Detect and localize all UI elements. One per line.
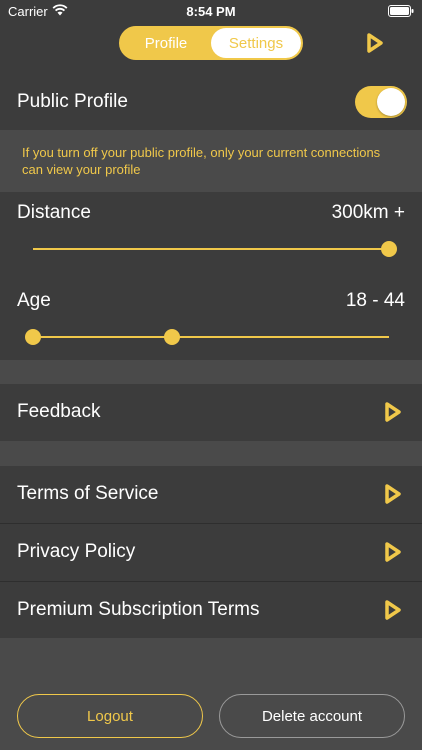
- section-gap: [0, 441, 422, 466]
- public-profile-toggle[interactable]: [355, 86, 407, 118]
- toggle-knob: [377, 88, 405, 116]
- age-max-thumb[interactable]: [163, 329, 180, 345]
- distance-label: Distance: [17, 202, 91, 223]
- age-min-thumb[interactable]: [25, 329, 41, 345]
- tab-profile[interactable]: Profile: [121, 28, 211, 58]
- play-chevron-icon: [385, 484, 401, 504]
- age-slider-track[interactable]: [33, 336, 389, 338]
- premium-terms-row[interactable]: Premium Subscription Terms: [0, 582, 422, 639]
- account-actions: Logout Delete account: [0, 638, 422, 750]
- battery-icon: [388, 5, 414, 17]
- distance-slider-thumb[interactable]: [381, 241, 397, 257]
- notice-text: If you turn off your public profile, onl…: [22, 145, 381, 177]
- play-chevron-icon: [385, 542, 401, 562]
- public-profile-row: Public Profile: [0, 76, 422, 130]
- profile-settings-segmented-control: Profile Settings: [119, 26, 303, 60]
- distance-slider-track[interactable]: [33, 248, 389, 250]
- privacy-policy-row[interactable]: Privacy Policy: [0, 524, 422, 581]
- section-gap: [0, 360, 422, 384]
- public-profile-label: Public Profile: [17, 91, 128, 112]
- terms-label: Terms of Service: [17, 483, 159, 504]
- settings-screen: Carrier 8:54 PM Profile Settings Public …: [0, 0, 422, 750]
- filters-section: Distance 300km + Age 18 - 44: [0, 192, 422, 360]
- status-bar: Carrier 8:54 PM: [0, 0, 422, 22]
- privacy-label: Privacy Policy: [17, 541, 136, 562]
- delete-account-button[interactable]: Delete account: [219, 694, 405, 738]
- feedback-row[interactable]: Feedback: [0, 384, 422, 441]
- feedback-label: Feedback: [17, 401, 101, 422]
- clock: 8:54 PM: [186, 4, 236, 19]
- public-profile-notice: If you turn off your public profile, onl…: [0, 130, 422, 192]
- distance-value: 300km +: [331, 202, 405, 223]
- play-chevron-icon: [385, 402, 401, 422]
- tab-settings[interactable]: Settings: [211, 28, 301, 58]
- play-chevron-icon: [385, 600, 401, 620]
- age-label: Age: [17, 290, 51, 311]
- terms-of-service-row[interactable]: Terms of Service: [0, 466, 422, 523]
- logout-button[interactable]: Logout: [17, 694, 203, 738]
- premium-label: Premium Subscription Terms: [17, 599, 260, 620]
- age-value: 18 - 44: [345, 290, 405, 311]
- play-chevron-icon[interactable]: [366, 32, 384, 54]
